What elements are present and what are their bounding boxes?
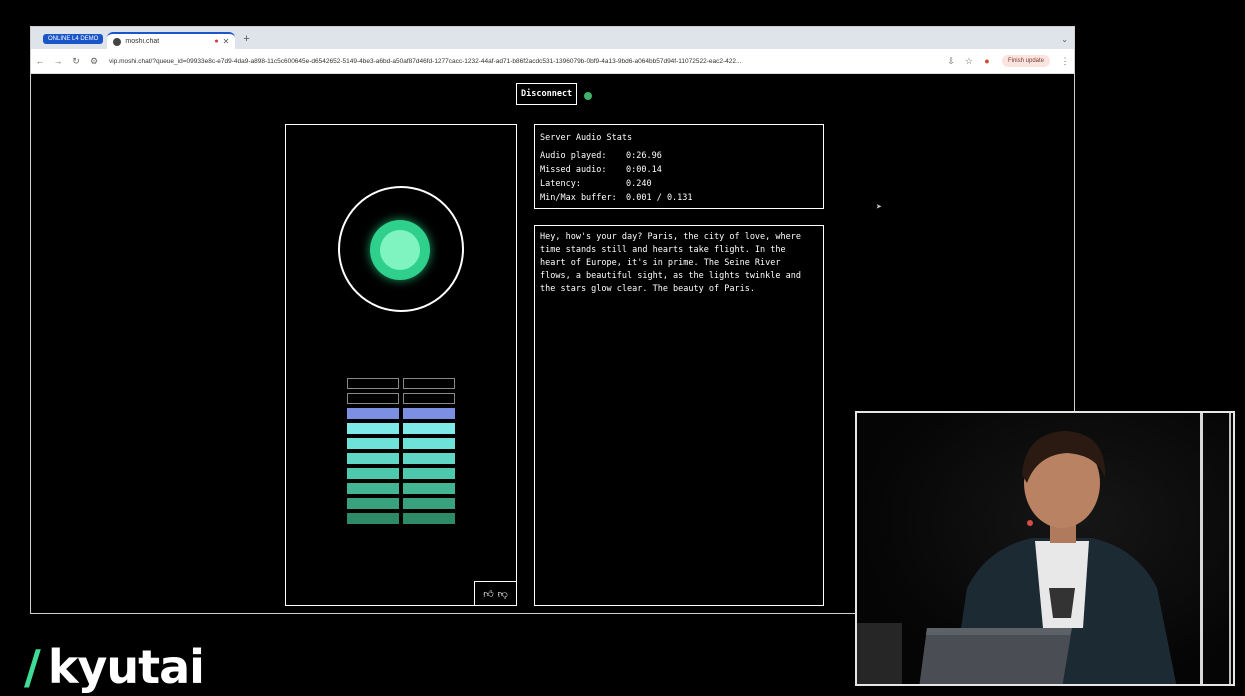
thumbs-down-icon[interactable]: 👎︎: [498, 588, 508, 600]
meter-segment: [347, 408, 399, 419]
meter-segment: [403, 498, 455, 509]
meter-segment: [347, 378, 399, 389]
logo-text: kyutai: [47, 640, 205, 694]
thumbs-up-icon[interactable]: 👍︎: [483, 588, 493, 600]
menu-kebab-icon[interactable]: ⋮: [1056, 56, 1074, 67]
bookmark-star-icon[interactable]: ☆: [960, 56, 978, 67]
meter-segment: [347, 468, 399, 479]
stat-value: 0.240: [626, 179, 652, 189]
presenter-image: [857, 431, 1177, 684]
meter-segment: [347, 513, 399, 524]
back-arrow-icon[interactable]: ←: [31, 56, 49, 66]
meter-segment: [347, 483, 399, 494]
stat-row-latency: Latency: 0.240: [540, 177, 818, 191]
stage-screen-edge: [1200, 413, 1203, 684]
stat-row-audio-played: Audio played: 0:26.96: [540, 149, 818, 163]
stat-label: Audio played:: [540, 151, 607, 161]
feedback-buttons: 👍︎ 👎︎: [474, 581, 516, 605]
tab-group-chip[interactable]: ONLINE L4 DEMO: [43, 34, 104, 44]
server-audio-stats-panel: Server Audio Stats Audio played: 0:26.96…: [534, 124, 824, 209]
transcript-panel: Hey, how's your day? Paris, the city of …: [534, 225, 824, 606]
site-settings-icon[interactable]: ⚙: [85, 56, 103, 67]
url-input[interactable]: vip.moshi.chat/?queue_id=09933e8c-e7d9-4…: [109, 58, 942, 65]
stats-title: Server Audio Stats: [540, 133, 633, 143]
reload-icon[interactable]: ↻: [67, 56, 85, 67]
stat-row-missed-audio: Missed audio: 0:00.14: [540, 163, 818, 177]
stat-value: 0:00.14: [626, 165, 662, 175]
meter-segment: [403, 438, 455, 449]
disconnect-button[interactable]: Disconnect: [516, 83, 578, 105]
kyutai-logo: / kyutai: [24, 640, 205, 694]
tab-moshi-chat[interactable]: moshi.chat ● ✕: [107, 32, 236, 49]
audio-visualizer-panel: 👍︎ 👎︎: [285, 124, 517, 606]
meter-segment: [347, 453, 399, 464]
stat-row-buffer: Min/Max buffer: 0.001 / 0.131: [540, 191, 818, 205]
forward-arrow-icon[interactable]: →: [49, 56, 67, 66]
logo-slash: /: [24, 640, 41, 694]
meter-segment: [403, 408, 455, 419]
site-favicon-icon: [113, 37, 122, 46]
audio-level-meter: [347, 378, 455, 524]
finish-update-button[interactable]: Finish update: [1001, 55, 1050, 67]
meter-segment: [403, 393, 455, 404]
meter-segment: [347, 423, 399, 434]
meter-segment: [403, 483, 455, 494]
tab-bar: ONLINE L4 DEMO moshi.chat ● ✕ + ⌄: [31, 27, 1074, 49]
meter-segment: [403, 468, 455, 479]
meter-segment: [403, 378, 455, 389]
tab-title: moshi.chat: [125, 38, 160, 45]
meter-segment: [403, 513, 455, 524]
speaker-orb-core: [380, 230, 420, 270]
mouse-cursor-icon: ➤: [876, 202, 883, 213]
new-tab-icon[interactable]: +: [243, 33, 249, 45]
meter-segment: [403, 453, 455, 464]
connection-status-dot-icon: [584, 92, 592, 100]
profile-icon[interactable]: ●: [978, 56, 996, 66]
stat-label: Missed audio:: [540, 165, 607, 175]
stat-value: 0.001 / 0.131: [626, 193, 693, 203]
meter-segment: [347, 498, 399, 509]
meter-segment: [347, 438, 399, 449]
meter-segment: [403, 423, 455, 434]
stage-screen-edge-2: [1229, 413, 1231, 684]
stat-label: Min/Max buffer:: [540, 193, 617, 203]
tab-search-chevron-icon[interactable]: ⌄: [1061, 35, 1068, 44]
address-bar-row: ← → ↻ ⚙ vip.moshi.chat/?queue_id=09933e8…: [31, 49, 1074, 74]
close-tab-icon[interactable]: ✕: [223, 37, 230, 46]
stat-label: Latency:: [540, 179, 581, 189]
download-icon[interactable]: ⇩: [942, 56, 960, 67]
meter-segment: [347, 393, 399, 404]
recording-indicator-icon: ●: [214, 38, 219, 45]
stat-value: 0:26.96: [626, 151, 662, 161]
presenter-camera-feed: [855, 411, 1235, 686]
